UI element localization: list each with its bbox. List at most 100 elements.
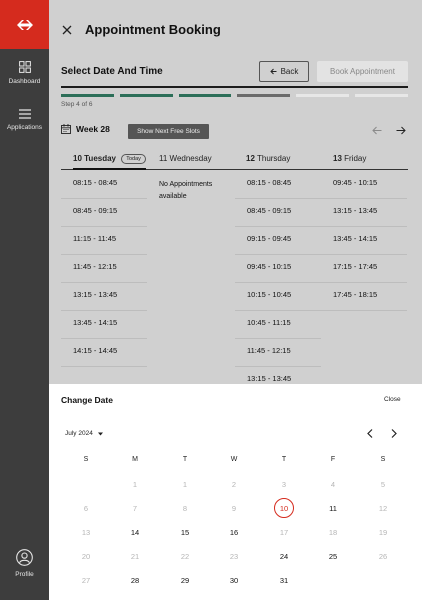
calendar-day[interactable]: 31	[274, 570, 294, 590]
calendar-day: 19	[378, 527, 388, 537]
weekday-label: T	[281, 456, 287, 463]
menu-icon	[18, 109, 31, 119]
time-slot[interactable]: 11:45 - 12:15	[61, 255, 147, 283]
tab-day-tuesday[interactable]: 10 Tuesday Today	[73, 154, 146, 170]
day-name: Friday	[344, 154, 367, 163]
previous-month-icon[interactable]	[367, 429, 373, 438]
time-slot[interactable]: 08:45 - 09:15	[235, 199, 321, 227]
day-tabs: 10 Tuesday Today 11 Wednesday 12 Thursda…	[61, 150, 408, 170]
time-slot[interactable]: 08:45 - 09:15	[61, 199, 147, 227]
arrow-left-icon	[269, 68, 277, 75]
time-slot[interactable]: 17:45 - 18:15	[321, 283, 407, 311]
slots-column-wednesday: No Appointments available	[149, 171, 235, 203]
slots-column-tuesday: 08:15 - 08:45 08:45 - 09:15 11:15 - 11:4…	[61, 171, 147, 367]
back-button[interactable]: Back	[259, 61, 309, 82]
time-slot[interactable]: 14:15 - 14:45	[61, 339, 147, 367]
calendar-day: 13	[81, 527, 91, 537]
calendar-day: 21	[130, 551, 140, 561]
tab-day-wednesday[interactable]: 11 Wednesday	[159, 154, 212, 163]
sidebar-item-dashboard[interactable]: Dashboard	[0, 61, 49, 85]
month-label: July 2024	[65, 430, 93, 437]
calendar-day[interactable]: 15	[175, 522, 195, 542]
sheet-title: Change Date	[61, 395, 113, 405]
calendar-day: 18	[328, 527, 338, 537]
progress-segment	[178, 94, 232, 97]
calendar-day[interactable]: 25	[323, 546, 343, 566]
calendar-day: 23	[229, 551, 239, 561]
close-button[interactable]: Close	[384, 396, 401, 403]
next-week-icon[interactable]	[396, 126, 406, 135]
day-number: 10	[73, 154, 82, 163]
tab-day-friday[interactable]: 13 Friday	[333, 154, 366, 163]
calendar-day: 22	[180, 551, 190, 561]
sidebar-item-applications[interactable]: Applications	[0, 109, 49, 131]
time-slot[interactable]: 10:15 - 10:45	[235, 283, 321, 311]
time-slot[interactable]: 13:15 - 13:45	[61, 283, 147, 311]
calendar-day[interactable]: 16	[224, 522, 244, 542]
calendar-day[interactable]: 24	[274, 546, 294, 566]
calendar-day: 27	[81, 575, 91, 585]
calendar-day: 1	[132, 479, 138, 489]
step-label: Step 4 of 6	[61, 101, 93, 108]
change-date-sheet: Change Date Close July 2024 SMTWTFS 1123…	[49, 384, 422, 600]
calendar-day: 26	[378, 551, 388, 561]
today-badge: Today	[121, 154, 146, 164]
next-month-icon[interactable]	[391, 429, 397, 438]
day-name: Tuesday	[84, 154, 117, 163]
time-slot[interactable]: 13:45 - 14:15	[61, 311, 147, 339]
time-slot[interactable]: 09:45 - 10:15	[235, 255, 321, 283]
caret-down-icon	[97, 432, 103, 435]
week-label: Week 28	[76, 124, 110, 134]
brand-logo[interactable]	[0, 0, 49, 49]
sidebar-item-label: Dashboard	[8, 78, 41, 85]
time-slot[interactable]: 09:15 - 09:45	[235, 227, 321, 255]
progress-segment	[355, 94, 408, 97]
progress-segment	[296, 94, 350, 97]
weekday-label: T	[182, 456, 188, 463]
month-select[interactable]: July 2024	[65, 430, 103, 437]
weekday-label: S	[380, 456, 386, 463]
time-slot[interactable]: 09:45 - 10:15	[321, 171, 407, 199]
time-slot[interactable]: 11:15 - 11:45	[61, 227, 147, 255]
sidebar-item-profile[interactable]: Profile	[0, 549, 49, 578]
calendar-day[interactable]: 14	[125, 522, 145, 542]
tab-day-thursday[interactable]: 12 Thursday	[246, 154, 290, 163]
time-slot[interactable]: 08:15 - 08:45	[61, 171, 147, 199]
progress-segment	[61, 94, 114, 97]
day-number: 12	[246, 154, 255, 163]
step-progress	[61, 94, 408, 97]
close-icon[interactable]	[61, 24, 73, 36]
time-slot[interactable]: 13:15 - 13:45	[321, 199, 407, 227]
day-name: Thursday	[256, 154, 291, 163]
calendar-day: 20	[81, 551, 91, 561]
calendar-day[interactable]: 30	[224, 570, 244, 590]
weekday-label: S	[83, 456, 89, 463]
time-slot[interactable]: 10:45 - 11:15	[235, 311, 321, 339]
calendar-icon	[61, 124, 71, 134]
time-slot[interactable]: 13:45 - 14:15	[321, 227, 407, 255]
slots-column-thursday: 08:15 - 08:45 08:45 - 09:15 09:15 - 09:4…	[235, 171, 321, 384]
calendar-day[interactable]: 28	[125, 570, 145, 590]
slots-column-friday: 09:45 - 10:15 13:15 - 13:45 13:45 - 14:1…	[321, 171, 407, 311]
time-slot[interactable]: 11:45 - 12:15	[235, 339, 321, 367]
previous-week-icon[interactable]	[372, 126, 382, 135]
calendar-day: 12	[378, 503, 388, 513]
back-button-label: Back	[280, 67, 299, 76]
section-title: Select Date And Time	[61, 66, 163, 77]
calendar-day[interactable]: 29	[175, 570, 195, 590]
show-next-free-slots-button[interactable]: Show Next Free Slots	[128, 124, 209, 139]
calendar-day: 4	[330, 479, 336, 489]
calendar-day[interactable]: 11	[323, 498, 343, 518]
day-number: 13	[333, 154, 342, 163]
calendar-day-today[interactable]: 10	[274, 498, 294, 518]
time-slot[interactable]: 13:15 - 13:45	[235, 367, 321, 384]
calendar-day: 2	[231, 479, 237, 489]
day-number: 11	[159, 154, 168, 163]
sidebar-item-label: Applications	[6, 124, 43, 131]
book-appointment-button[interactable]: Book Appointment	[317, 61, 408, 82]
dashboard-icon	[18, 61, 31, 73]
time-slot[interactable]: 17:15 - 17:45	[321, 255, 407, 283]
calendar-day: 3	[281, 479, 287, 489]
time-slot[interactable]: 08:15 - 08:45	[235, 171, 321, 199]
calendar-day: 6	[83, 503, 89, 513]
